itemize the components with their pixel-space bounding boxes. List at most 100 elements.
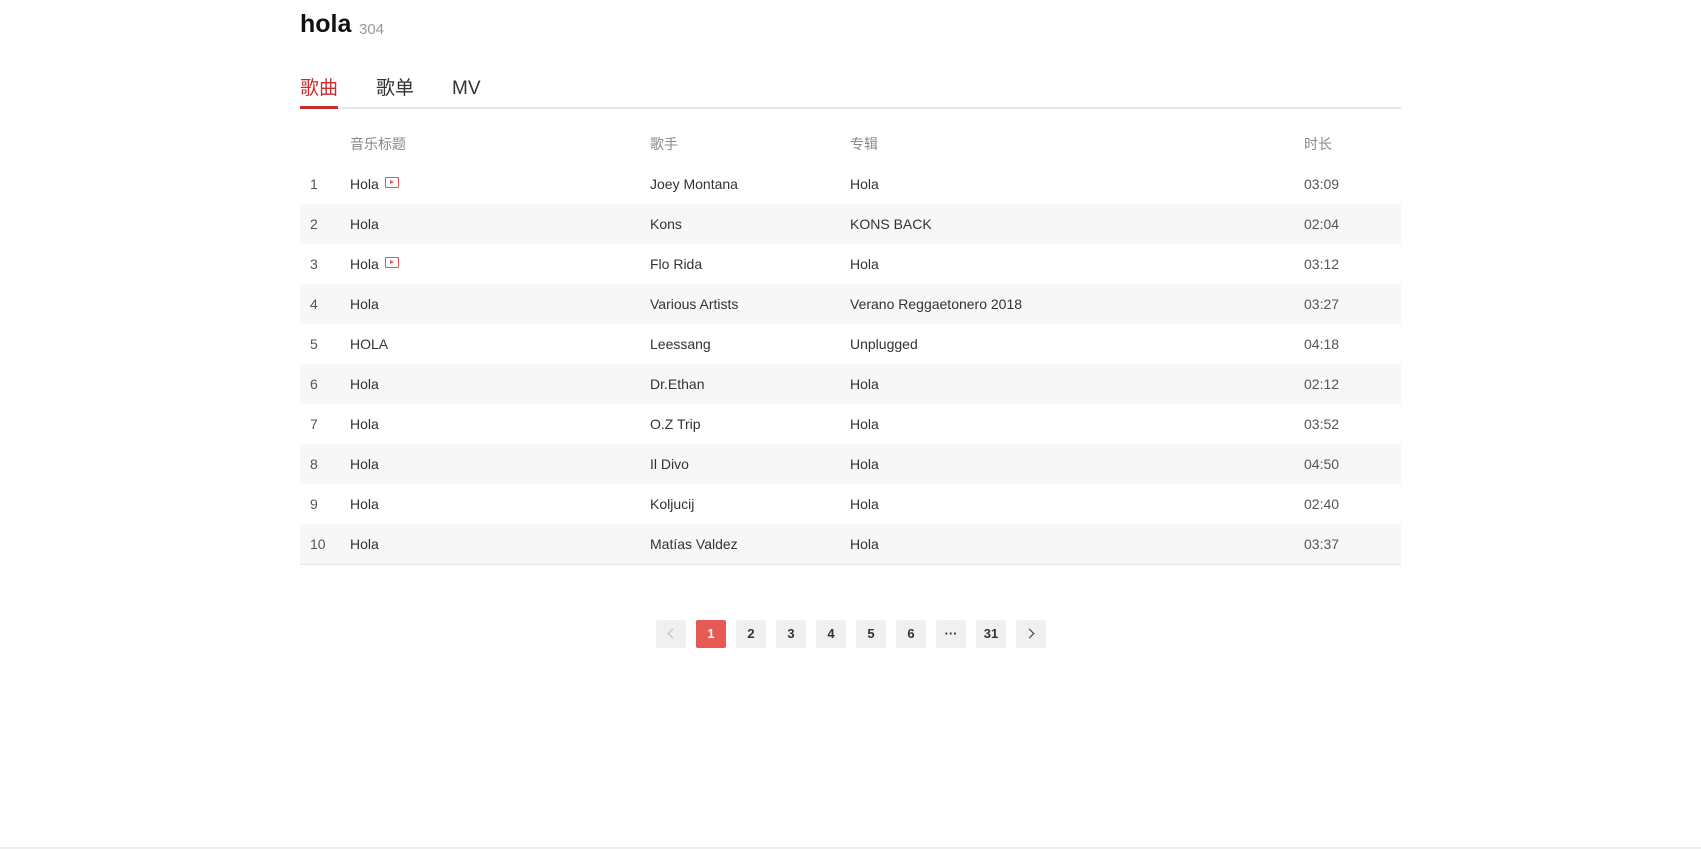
song-title-cell: Hola [350, 164, 399, 204]
song-duration: 03:37 [1304, 536, 1340, 552]
song-title-cell: Hola [350, 364, 379, 404]
tab-mv[interactable]: MV [452, 76, 481, 102]
row-index: 9 [310, 496, 318, 512]
song-duration: 02:40 [1304, 496, 1340, 512]
row-index: 4 [310, 296, 318, 312]
table-row[interactable]: 2 Hola Kons KONS BACK 02:04 [300, 204, 1401, 244]
table-row[interactable]: 3 Hola Flo Rida Hola 03:12 [300, 244, 1401, 284]
page-button-3[interactable]: 3 [776, 620, 806, 648]
song-duration: 03:27 [1304, 296, 1340, 312]
tab-playlists[interactable]: 歌单 [376, 76, 414, 102]
song-title-cell: HOLA [350, 324, 388, 364]
header-artist[interactable]: 歌手 [650, 124, 678, 164]
artist-link[interactable]: Kons [650, 204, 682, 244]
song-title[interactable]: Hola [350, 216, 379, 232]
chevron-right-icon [1024, 628, 1035, 639]
song-duration: 03:52 [1304, 416, 1340, 432]
song-title[interactable]: HOLA [350, 336, 388, 352]
song-duration: 03:12 [1304, 256, 1340, 272]
page-button-1[interactable]: 1 [696, 620, 726, 648]
table-row[interactable]: 1 Hola Joey Montana Hola 03:09 [300, 164, 1401, 204]
album-link[interactable]: Hola [850, 484, 879, 524]
song-title[interactable]: Hola [350, 416, 379, 432]
artist-link[interactable]: Dr.Ethan [650, 364, 704, 404]
chevron-left-icon [667, 628, 678, 639]
song-title-cell: Hola [350, 244, 399, 284]
search-header: hola 304 [300, 0, 1401, 60]
tab-songs[interactable]: 歌曲 [300, 76, 339, 109]
album-link[interactable]: Hola [850, 524, 879, 564]
artist-link[interactable]: Leessang [650, 324, 711, 364]
song-title-cell: Hola [350, 204, 379, 244]
album-link[interactable]: Hola [850, 244, 879, 284]
song-title-cell: Hola [350, 284, 379, 324]
album-link[interactable]: Hola [850, 444, 879, 484]
song-duration: 03:09 [1304, 176, 1340, 192]
table-row[interactable]: 5 HOLA Leessang Unplugged 04:18 [300, 324, 1401, 364]
mv-icon[interactable] [384, 257, 399, 268]
artist-link[interactable]: Matías Valdez [650, 524, 738, 564]
page-button-31[interactable]: 31 [976, 620, 1006, 648]
table-row[interactable]: 8 Hola Il Divo Hola 04:50 [300, 444, 1401, 484]
row-index: 5 [310, 336, 318, 352]
table-header: 音乐标题 歌手 专辑 时长 [300, 124, 1401, 164]
header-album[interactable]: 专辑 [850, 124, 878, 164]
artist-link[interactable]: O.Z Trip [650, 404, 701, 444]
artist-link[interactable]: Joey Montana [650, 164, 738, 204]
album-link[interactable]: Unplugged [850, 324, 918, 364]
search-query-title: hola [300, 10, 352, 38]
row-index: 1 [310, 176, 318, 192]
prev-page-button[interactable] [656, 620, 686, 648]
artist-link[interactable]: Flo Rida [650, 244, 702, 284]
header-title[interactable]: 音乐标题 [350, 124, 406, 164]
song-title[interactable]: Hola [350, 456, 379, 472]
table-row[interactable]: 10 Hola Matías Valdez Hola 03:37 [300, 524, 1401, 564]
page-ellipsis[interactable]: ··· [936, 620, 966, 648]
row-index: 7 [310, 416, 318, 432]
album-link[interactable]: Hola [850, 164, 879, 204]
song-title[interactable]: Hola [350, 256, 379, 272]
song-title[interactable]: Hola [350, 496, 379, 512]
artist-link[interactable]: Various Artists [650, 284, 738, 324]
row-index: 3 [310, 256, 318, 272]
next-page-button[interactable] [1016, 620, 1046, 648]
row-index: 2 [310, 216, 318, 232]
album-link[interactable]: KONS BACK [850, 204, 932, 244]
song-duration: 04:50 [1304, 456, 1340, 472]
page-button-5[interactable]: 5 [856, 620, 886, 648]
artist-link[interactable]: Koljucij [650, 484, 694, 524]
header-duration[interactable]: 时长 [1304, 124, 1332, 164]
page-button-4[interactable]: 4 [816, 620, 846, 648]
table-row[interactable]: 7 Hola O.Z Trip Hola 03:52 [300, 404, 1401, 444]
album-link[interactable]: Verano Reggaetonero 2018 [850, 284, 1022, 324]
result-count: 304 [359, 21, 385, 38]
table-row[interactable]: 9 Hola Koljucij Hola 02:40 [300, 484, 1401, 524]
row-index: 6 [310, 376, 318, 392]
table-body: 1 Hola Joey Montana Hola 03:09 2 Hola Kons KONS … [300, 164, 1401, 564]
song-title-cell: Hola [350, 444, 379, 484]
album-link[interactable]: Hola [850, 404, 879, 444]
song-title[interactable]: Hola [350, 176, 379, 192]
song-title[interactable]: Hola [350, 376, 379, 392]
song-title[interactable]: Hola [350, 536, 379, 552]
song-title-cell: Hola [350, 484, 379, 524]
song-title-cell: Hola [350, 524, 379, 564]
page-button-2[interactable]: 2 [736, 620, 766, 648]
search-results: hola 304 歌曲 歌单 MV 音乐标题 歌手 专辑 时长 1 Hola Joe… [300, 0, 1401, 648]
song-table: 音乐标题 歌手 专辑 时长 1 Hola Joey Montana Hola 03:09… [300, 124, 1401, 565]
mv-icon[interactable] [384, 177, 399, 188]
song-duration: 04:18 [1304, 336, 1340, 352]
row-index: 8 [310, 456, 318, 472]
song-title-cell: Hola [350, 404, 379, 444]
song-duration: 02:12 [1304, 376, 1340, 392]
album-link[interactable]: Hola [850, 364, 879, 404]
row-index: 10 [310, 536, 326, 552]
page-button-6[interactable]: 6 [896, 620, 926, 648]
table-row[interactable]: 4 Hola Various Artists Verano Reggaetonero … [300, 284, 1401, 324]
song-duration: 02:04 [1304, 216, 1340, 232]
artist-link[interactable]: Il Divo [650, 444, 689, 484]
page: hola 304 歌曲 歌单 MV 音乐标题 歌手 专辑 时长 1 Hola Joe… [0, 0, 1701, 849]
song-title[interactable]: Hola [350, 296, 379, 312]
result-tabs: 歌曲 歌单 MV [300, 76, 1401, 109]
table-row[interactable]: 6 Hola Dr.Ethan Hola 02:12 [300, 364, 1401, 404]
